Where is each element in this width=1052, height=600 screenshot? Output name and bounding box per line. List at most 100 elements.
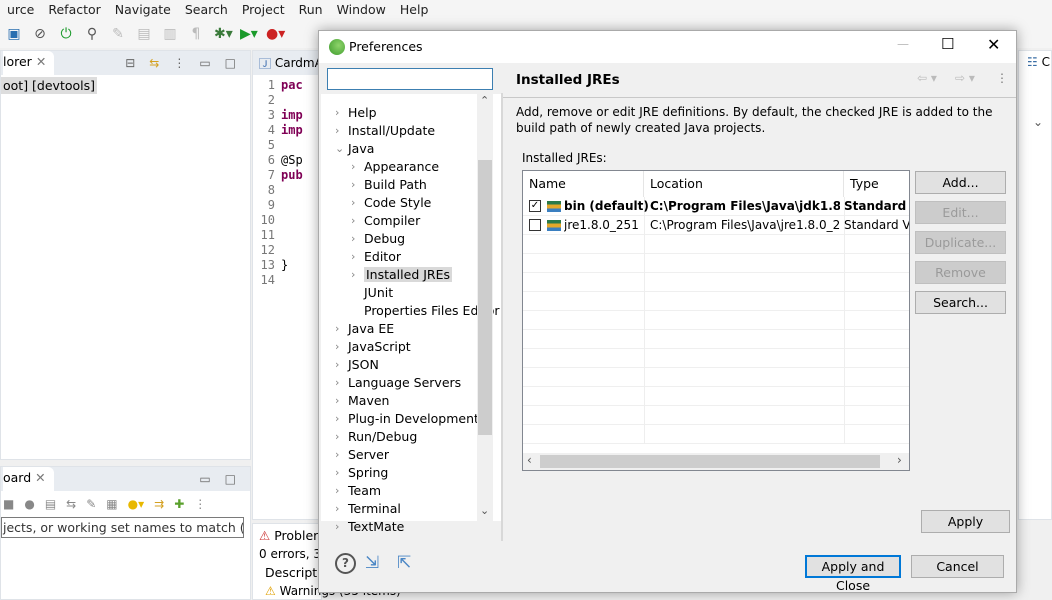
table-row[interactable]: [523, 254, 909, 273]
chevron-right-icon[interactable]: ›: [351, 248, 361, 266]
chevron-right-icon[interactable]: ›: [335, 320, 345, 338]
add-icon[interactable]: ✚: [174, 497, 184, 511]
import-icon[interactable]: ⇲: [365, 553, 379, 573]
collapse-all-icon[interactable]: ⊟: [125, 56, 135, 70]
tree-item[interactable]: › Run/Debug: [335, 428, 417, 446]
table-row[interactable]: [523, 406, 909, 425]
code-line[interactable]: 6 @Sp: [253, 153, 321, 168]
sync-icon[interactable]: ⇆: [66, 497, 76, 511]
forward-icon[interactable]: ⇨ ▾: [955, 71, 975, 85]
run-icon[interactable]: ▶▾: [240, 26, 258, 42]
default-checkbox[interactable]: ✓: [529, 200, 541, 212]
close-button[interactable]: ✕: [987, 35, 1000, 54]
scroll-up-icon[interactable]: ⌃: [480, 94, 489, 107]
minimize-icon[interactable]: ▭: [199, 56, 210, 70]
table-icon[interactable]: ▦: [106, 497, 117, 511]
tree-item[interactable]: › JSON: [335, 356, 379, 374]
description-column[interactable]: Descriptio: [253, 561, 328, 584]
cancel-button[interactable]: Cancel: [911, 555, 1004, 578]
code-line[interactable]: 7 pub: [253, 168, 321, 183]
tree-item[interactable]: JUnit: [364, 284, 393, 302]
editor-tab[interactable]: CardmA: [275, 56, 323, 70]
chevron-right-icon[interactable]: ›: [335, 500, 345, 518]
outline-tab[interactable]: C: [1042, 55, 1050, 69]
apply-button[interactable]: Apply: [921, 510, 1010, 533]
code-line[interactable]: 13}: [253, 258, 321, 273]
chevron-right-icon[interactable]: ›: [351, 230, 361, 248]
view-menu-icon[interactable]: ⋮: [173, 56, 185, 70]
scroll-thumb[interactable]: [478, 160, 492, 435]
tree-item[interactable]: › Build Path: [351, 176, 427, 194]
menu-item[interactable]: Run: [292, 0, 330, 20]
explorer-tab[interactable]: lorer: [3, 54, 32, 69]
table-row[interactable]: [523, 311, 909, 330]
tree-item[interactable]: ⌄ Java: [335, 140, 374, 158]
column-type[interactable]: Type: [844, 171, 909, 197]
code-line[interactable]: 4 imp: [253, 123, 321, 138]
menu-item[interactable]: Refactor: [41, 0, 107, 20]
project-item[interactable]: oot] [devtools]: [1, 77, 98, 94]
table-row[interactable]: jre1.8.0_251 C:\Program Files\Java\jre1.…: [523, 216, 909, 235]
tree-item[interactable]: › Terminal: [335, 500, 401, 518]
menu-item[interactable]: Help: [393, 0, 436, 20]
code-line[interactable]: 10: [253, 213, 321, 228]
chevron-right-icon[interactable]: ›: [351, 176, 361, 194]
table-row[interactable]: [523, 387, 909, 406]
tree-item[interactable]: › Spring: [335, 464, 388, 482]
apply-and-close-button[interactable]: Apply and Close: [805, 555, 901, 593]
default-checkbox[interactable]: [529, 219, 541, 231]
view-menu-icon[interactable]: ⋮: [194, 497, 206, 511]
code-line[interactable]: 1 pac: [253, 78, 321, 93]
tree-item[interactable]: › Installed JREs: [351, 266, 453, 284]
chevron-right-icon[interactable]: ›: [351, 158, 361, 176]
table-row[interactable]: ✓ bin (default) C:\Program Files\Java\jd…: [523, 197, 909, 216]
menu-item[interactable]: Navigate: [108, 0, 178, 20]
maximize-icon[interactable]: □: [225, 56, 236, 70]
tree-item[interactable]: › JavaScript: [335, 338, 411, 356]
tree-item[interactable]: › Team: [335, 482, 381, 500]
problems-tab[interactable]: Probler: [274, 528, 318, 543]
tree-item[interactable]: › Editor: [351, 248, 401, 266]
table-row[interactable]: [523, 368, 909, 387]
filter-icon[interactable]: ⇉: [154, 497, 164, 511]
tree-item[interactable]: › Plug-in Development: [335, 410, 479, 428]
search-button[interactable]: Search...: [915, 291, 1006, 314]
tree-item[interactable]: › Compiler: [351, 212, 420, 230]
chevron-right-icon[interactable]: ›: [351, 212, 361, 230]
code-line[interactable]: 11: [253, 228, 321, 243]
scroll-right-icon[interactable]: ›: [897, 453, 902, 467]
code-line[interactable]: 9: [253, 198, 321, 213]
tree-item[interactable]: › Code Style: [351, 194, 431, 212]
tree-item[interactable]: › Install/Update: [335, 122, 435, 140]
sash[interactable]: [501, 93, 503, 541]
remove-button[interactable]: Remove: [915, 261, 1006, 284]
menu-item[interactable]: Project: [235, 0, 292, 20]
code-line[interactable]: 3 imp: [253, 108, 321, 123]
toolbar-icon[interactable]: ▥: [162, 26, 178, 42]
table-row[interactable]: [523, 273, 909, 292]
chevron-right-icon[interactable]: ›: [335, 446, 345, 464]
toolbar-icon[interactable]: ✎: [110, 26, 126, 42]
bulb-icon[interactable]: ●▾: [128, 497, 145, 511]
code-line[interactable]: 2: [253, 93, 321, 108]
globe-icon[interactable]: ●: [24, 497, 34, 511]
dashboard-tab[interactable]: oard: [3, 470, 31, 485]
scroll-down-icon[interactable]: ⌄: [480, 504, 489, 517]
edit-button[interactable]: Edit...: [915, 201, 1006, 224]
tree-item[interactable]: › Language Servers: [335, 374, 461, 392]
stop-icon[interactable]: ■: [3, 497, 14, 511]
menu-item[interactable]: Window: [330, 0, 393, 20]
column-name[interactable]: Name: [523, 171, 644, 197]
edit-icon[interactable]: ✎: [86, 497, 96, 511]
chevron-right-icon[interactable]: ›: [335, 392, 345, 410]
export-icon[interactable]: ⇱: [397, 553, 411, 573]
chevron-right-icon[interactable]: ›: [335, 338, 345, 356]
table-row[interactable]: [523, 292, 909, 311]
chevron-right-icon[interactable]: ›: [351, 266, 361, 284]
tree-item[interactable]: › Maven: [335, 392, 389, 410]
chevron-right-icon[interactable]: ›: [335, 464, 345, 482]
expand-icon[interactable]: ⌄: [1033, 115, 1043, 129]
close-icon[interactable]: ✕: [36, 54, 46, 69]
minimize-button[interactable]: —: [897, 37, 909, 51]
debug-icon[interactable]: ✱▾: [214, 26, 233, 42]
